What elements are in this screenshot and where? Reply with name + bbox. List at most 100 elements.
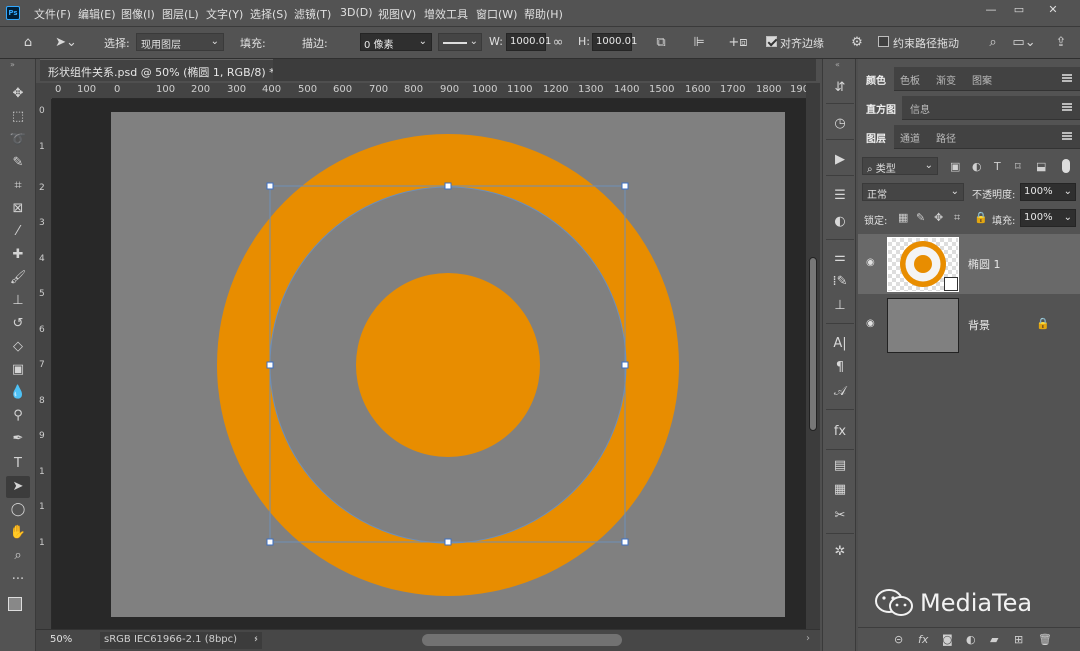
tab-layers[interactable]: 图层 xyxy=(866,130,886,145)
layer-filter-dropdown[interactable]: ⌕ 类型 ⌄ xyxy=(862,157,938,175)
ellipse-tool-icon[interactable]: ◯ xyxy=(6,499,30,521)
add-style-icon[interactable]: fx xyxy=(918,633,928,646)
add-mask-icon[interactable]: ◙ xyxy=(942,633,953,646)
visibility-eye-icon[interactable]: ◉ xyxy=(866,318,875,329)
adjustments-icon[interactable]: ⇵ xyxy=(828,77,852,99)
eyedropper-tool-icon[interactable]: ⁄ xyxy=(6,221,30,243)
dodge-tool-icon[interactable]: ⚲ xyxy=(6,405,30,427)
layer-comps-icon[interactable]: ▤ xyxy=(828,455,852,477)
tab-channels[interactable]: 通道 xyxy=(900,130,920,145)
clone-source-icon[interactable]: ⊥ xyxy=(828,295,852,317)
tab-swatches[interactable]: 色板 xyxy=(900,72,920,87)
character-icon[interactable]: A| xyxy=(828,333,852,355)
blend-mode-dropdown[interactable]: 正常 ⌄ xyxy=(862,183,964,201)
transform-handle[interactable] xyxy=(621,182,629,190)
stroke-type-dropdown[interactable]: ⌄ xyxy=(438,33,482,51)
delete-layer-icon[interactable]: 🗑 xyxy=(1038,633,1052,646)
quick-selection-tool-icon[interactable]: ✎ xyxy=(6,152,30,174)
clone-stamp-tool-icon[interactable]: ⊥ xyxy=(6,290,30,312)
type-tool-icon[interactable]: T xyxy=(6,453,30,475)
transform-handle[interactable] xyxy=(444,538,452,546)
panel-menu-icon[interactable] xyxy=(1062,132,1072,140)
document-tab[interactable]: 形状组件关系.psd @ 50% (椭圆 1, RGB/8) * × xyxy=(40,59,293,81)
menu-type[interactable]: 文字(Y) xyxy=(206,6,243,22)
ruler-origin[interactable] xyxy=(36,83,52,99)
lock-icon[interactable]: 🔒 xyxy=(1036,317,1050,330)
move-tool-icon[interactable]: ✥ xyxy=(6,83,30,105)
gradient-tool-icon[interactable]: ▣ xyxy=(6,359,30,381)
transform-handle[interactable] xyxy=(621,538,629,546)
tab-color[interactable]: 颜色 xyxy=(866,72,886,87)
transform-handle[interactable] xyxy=(266,182,274,190)
filter-toggle-icon[interactable] xyxy=(1062,159,1070,173)
actions-play-icon[interactable]: ▶ xyxy=(828,149,852,171)
new-layer-icon[interactable]: ⊞ xyxy=(1014,633,1023,646)
close-icon[interactable]: ✕ xyxy=(1042,3,1064,17)
path-operations-icon[interactable]: ⧉ xyxy=(652,34,670,52)
path-selection-preset-icon[interactable]: ➤⌄ xyxy=(54,34,78,52)
menu-image[interactable]: 图像(I) xyxy=(121,6,155,22)
canvas-workspace[interactable] xyxy=(52,99,806,629)
notes-icon[interactable]: ▦ xyxy=(828,479,852,501)
share-icon[interactable]: ⇪ xyxy=(1052,34,1070,52)
history-brush-tool-icon[interactable]: ↺ xyxy=(6,313,30,335)
scrollbar-thumb[interactable] xyxy=(809,257,817,431)
collapse-toolbar-icon[interactable]: » xyxy=(10,60,15,69)
styles-icon[interactable]: ◐ xyxy=(828,211,852,233)
minimize-icon[interactable]: — xyxy=(980,3,1002,17)
lock-all-icon[interactable]: 🔒 xyxy=(974,211,988,224)
search-icon[interactable]: ⌕ xyxy=(984,34,1002,52)
vertical-scrollbar[interactable] xyxy=(806,83,820,629)
canvas-artwork[interactable] xyxy=(111,112,785,617)
menu-layer[interactable]: 图层(L) xyxy=(162,6,199,22)
transform-handle[interactable] xyxy=(266,538,274,546)
marquee-tool-icon[interactable]: ⬚ xyxy=(6,106,30,128)
eraser-tool-icon[interactable]: ◇ xyxy=(6,336,30,358)
new-group-icon[interactable]: ▰ xyxy=(990,633,998,646)
menu-file[interactable]: 文件(F) xyxy=(34,6,71,22)
stroke-width-input[interactable]: 0 像素 ⌄ xyxy=(360,33,432,51)
zoom-tool-icon[interactable]: ⌕ xyxy=(6,545,30,567)
zoom-level[interactable]: 50% xyxy=(50,634,72,645)
history-icon[interactable]: ◷ xyxy=(828,113,852,135)
3d-icon[interactable]: ✲ xyxy=(828,541,852,563)
align-edges-checkbox[interactable] xyxy=(766,36,777,47)
width-input[interactable]: 1000.01 xyxy=(506,33,551,51)
document-canvas[interactable] xyxy=(111,112,785,617)
panel-menu-icon[interactable] xyxy=(1062,74,1072,82)
blur-tool-icon[interactable]: 💧 xyxy=(6,382,30,404)
vertical-ruler[interactable]: 0 1 2 3 4 5 6 7 8 9 1 1 1 xyxy=(36,99,52,629)
new-adjustment-icon[interactable]: ◐ xyxy=(966,633,976,646)
horizontal-ruler[interactable]: 0 100 0 100 200 300 400 500 600 700 800 … xyxy=(52,83,806,99)
horizontal-scrollbar-thumb[interactable] xyxy=(422,634,622,646)
visibility-eye-icon[interactable]: ◉ xyxy=(866,257,875,268)
lock-artboard-icon[interactable]: ⌗ xyxy=(954,211,960,225)
filter-adjustment-icon[interactable]: ◐ xyxy=(972,160,982,173)
lasso-tool-icon[interactable]: ➰ xyxy=(6,129,30,151)
path-arrangement-icon[interactable]: +⧈ xyxy=(728,34,748,52)
path-selection-tool-icon[interactable]: ➤ xyxy=(6,476,30,498)
constrain-path-checkbox[interactable] xyxy=(878,36,889,47)
frame-tool-icon[interactable]: ⊠ xyxy=(6,198,30,220)
home-icon[interactable]: ⌂ xyxy=(18,34,38,52)
tab-patterns[interactable]: 图案 xyxy=(972,72,992,87)
scroll-left-icon[interactable]: ‹ xyxy=(254,633,258,644)
select-scope-dropdown[interactable]: 现用图层 ⌄ xyxy=(136,33,224,51)
document-profile[interactable]: sRGB IEC61966-2.1 (8bpc) › xyxy=(100,632,262,649)
menu-select[interactable]: 选择(S) xyxy=(250,6,288,22)
filter-shape-icon[interactable]: ⌑ xyxy=(1015,160,1021,173)
gear-icon[interactable]: ⚙ xyxy=(848,34,866,52)
lock-position-icon[interactable]: ✥ xyxy=(934,211,943,224)
scroll-right-icon[interactable]: › xyxy=(806,633,810,644)
crop-tool-icon[interactable]: ⌗ xyxy=(6,175,30,197)
menu-window[interactable]: 窗口(W) xyxy=(476,6,517,22)
filter-smart-object-icon[interactable]: ⬓ xyxy=(1036,160,1046,173)
tab-gradients[interactable]: 渐变 xyxy=(936,72,956,87)
lock-image-icon[interactable]: ✎ xyxy=(916,211,925,224)
panel-menu-icon[interactable] xyxy=(1062,103,1072,111)
menu-3d[interactable]: 3D(D) xyxy=(340,6,373,19)
brush-tool-icon[interactable]: 🖌 xyxy=(6,267,30,289)
menu-plugins[interactable]: 增效工具 xyxy=(424,6,468,22)
glyphs-icon[interactable]: 𝒜 xyxy=(828,381,852,403)
layer-row-ellipse[interactable]: ◉ 椭圆 1 xyxy=(858,234,1080,294)
